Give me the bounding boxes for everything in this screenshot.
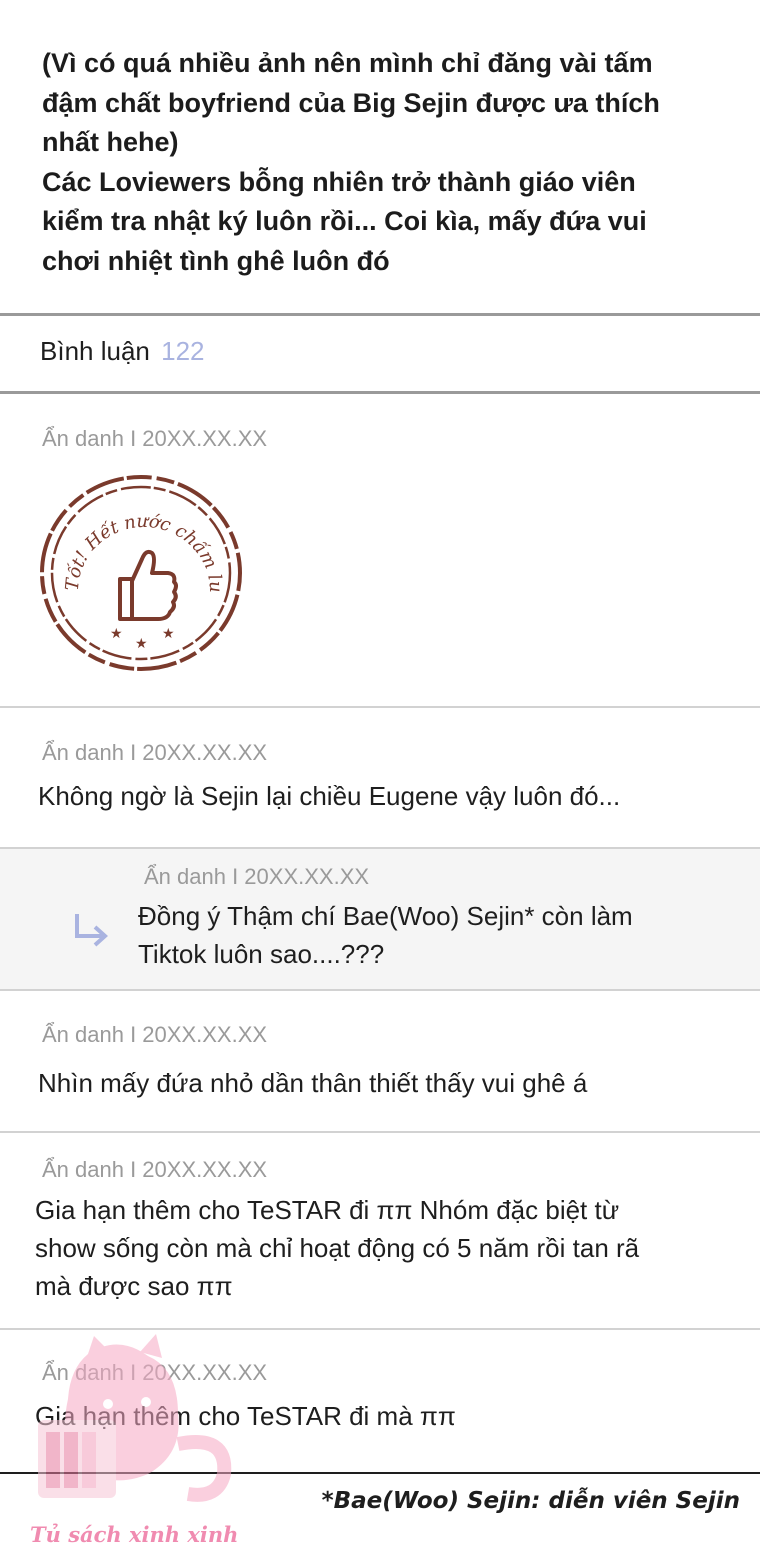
footnote: *Bae(Woo) Sejin: diễn viên Sejin [321,1488,740,1514]
svg-text:★: ★ [110,626,123,642]
divider [0,706,760,708]
comment-text-line: Gia hạn thêm cho TeSTAR đi ππ Nhóm đặc b… [35,1195,620,1225]
comments-label: Bình luận [40,336,150,366]
comment-stamp-image: Tốt! Hết nước chấm luôn ★ ★ ★ [32,457,244,678]
svg-text:★: ★ [135,636,148,652]
divider [0,1328,760,1330]
watermark-text: Tủ sách xinh xinh [30,1522,239,1547]
comment-text-line: show sống còn mà chỉ hoạt động có 5 năm … [35,1233,640,1263]
thumbs-up-icon [118,549,178,621]
post-body: (Vì có quá nhiều ảnh nên mình chỉ đăng v… [42,44,732,281]
divider [0,313,760,316]
comment-text: Không ngờ là Sejin lại chiều Eugene vậy … [38,781,621,811]
comment-text-line: mà được sao ππ [35,1271,233,1301]
post-line: chơi nhiệt tình ghê luôn đó [42,245,390,276]
divider [0,391,760,394]
comment-meta: Ẩn danh I 20XX.XX.XX [42,1157,268,1182]
reply-arrow-icon [70,912,110,953]
svg-text:Tốt! Hết nước chấm luôn: Tốt! Hết nước chấm luôn [38,473,226,593]
post-line: kiểm tra nhật ký luôn rồi... Coi kìa, mấ… [42,206,647,236]
reply-meta: Ẩn danh I 20XX.XX.XX [144,864,370,889]
comment-text: Nhìn mấy đứa nhỏ dần thân thiết thấy vui… [38,1068,588,1098]
star-icons: ★ ★ ★ [110,626,175,652]
comment-meta: Ẩn danh I 20XX.XX.XX [42,426,268,451]
post-line: (Vì có quá nhiều ảnh nên mình chỉ đăng v… [42,48,653,78]
watermark-cat-logo [28,1334,238,1519]
reply-text-line: Tiktok luôn sao....??? [138,939,385,969]
reply-text-line: Đồng ý Thậm chí Bae(Woo) Sejin* còn làm [138,901,633,931]
stamp-text: Tốt! Hết nước chấm luôn [32,457,226,593]
comments-header: Bình luận 122 [40,336,205,367]
divider [0,1131,760,1133]
divider [0,989,760,991]
svg-text:★: ★ [162,626,175,642]
comment-meta: Ẩn danh I 20XX.XX.XX [42,740,268,765]
comments-count: 122 [161,336,205,366]
comment-meta: Ẩn danh I 20XX.XX.XX [42,1022,268,1047]
post-line: đậm chất boyfriend của Big Sejin được ưa… [42,87,660,118]
post-line: Các Loviewers bỗng nhiên trở thành giáo … [42,166,636,197]
post-line: nhất hehe) [42,127,179,157]
